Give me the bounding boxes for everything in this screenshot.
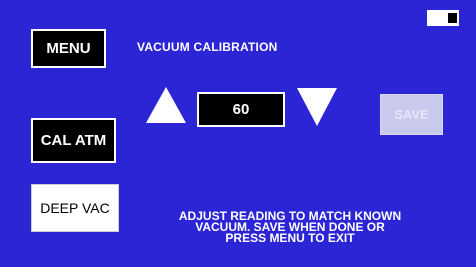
increase-arrow-icon[interactable]: [146, 87, 186, 123]
menu-button[interactable]: MENU: [31, 29, 106, 68]
instructions-text: ADJUST READING TO MATCH KNOWN VACUUM. SA…: [140, 210, 440, 245]
battery-level-indicator: [448, 13, 457, 23]
deep-vac-button[interactable]: DEEP VAC: [31, 184, 119, 232]
instructions-line: PRESS MENU TO EXIT: [225, 231, 355, 245]
cal-atm-button[interactable]: CAL ATM: [31, 118, 116, 163]
vacuum-calibration-screen: MENU VACUUM CALIBRATION 60 SAVE CAL ATM …: [0, 0, 476, 267]
screen-title: VACUUM CALIBRATION: [137, 40, 278, 54]
save-button[interactable]: SAVE: [380, 94, 443, 135]
battery-icon: [427, 10, 459, 26]
decrease-arrow-icon[interactable]: [297, 88, 337, 126]
calibration-value-display: 60: [197, 92, 285, 127]
